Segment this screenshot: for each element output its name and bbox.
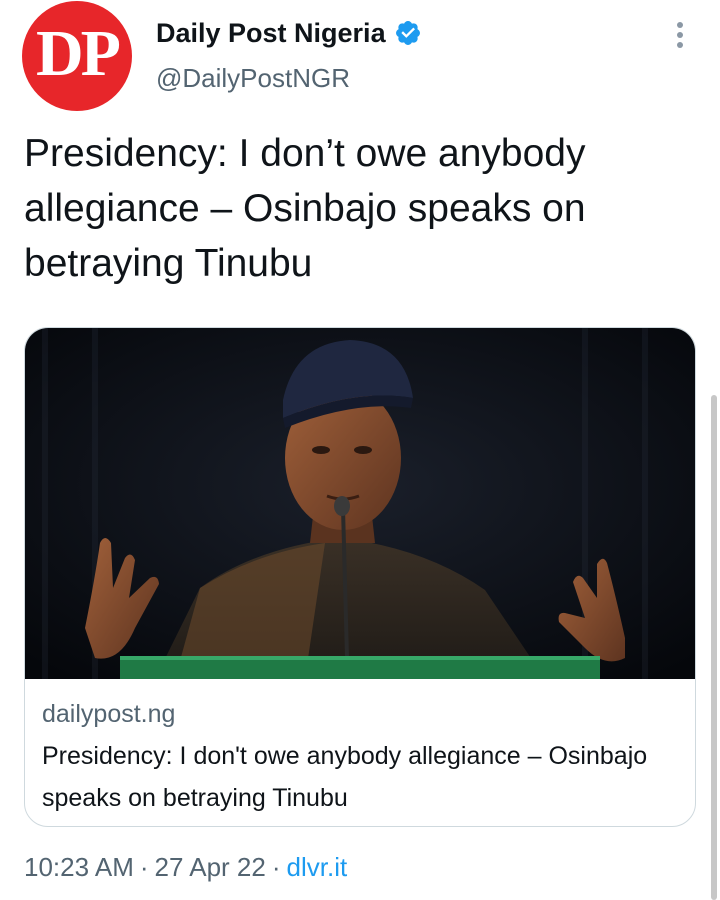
- avatar[interactable]: DP: [22, 1, 132, 111]
- display-name[interactable]: Daily Post Nigeria: [156, 16, 386, 50]
- tweet-text: Presidency: I don’t owe anybody allegian…: [24, 132, 586, 285]
- account-handle[interactable]: @DailyPostNGR: [156, 62, 350, 94]
- link-card-domain: dailypost.ng: [42, 700, 176, 728]
- meta-separator: ·: [271, 852, 281, 882]
- meta-separator: ·: [139, 852, 149, 882]
- tweet-time[interactable]: 10:23 AM: [24, 852, 134, 882]
- scrollbar[interactable]: [711, 395, 717, 900]
- tweet-date[interactable]: 27 Apr 22: [155, 852, 266, 882]
- tweet-header: DP Daily Post Nigeria @DailyPostNGR: [22, 0, 702, 112]
- link-card-image[interactable]: [25, 328, 695, 679]
- verified-badge-icon: [395, 21, 420, 45]
- avatar-logo-text: DP: [36, 17, 121, 90]
- name-row: Daily Post Nigeria: [156, 16, 422, 50]
- news-photo-speaker-at-podium: [25, 328, 695, 679]
- link-card-title: Presidency: I don't owe anybody allegian…: [42, 742, 648, 812]
- link-card[interactable]: dailypost.ng Presidency: I don't owe any…: [24, 327, 696, 827]
- tweet-source-link[interactable]: dlvr.it: [287, 852, 348, 882]
- more-vertical-icon[interactable]: [670, 20, 690, 50]
- tweet-meta: 10:23 AM · 27 Apr 22 · dlvr.it: [24, 850, 347, 884]
